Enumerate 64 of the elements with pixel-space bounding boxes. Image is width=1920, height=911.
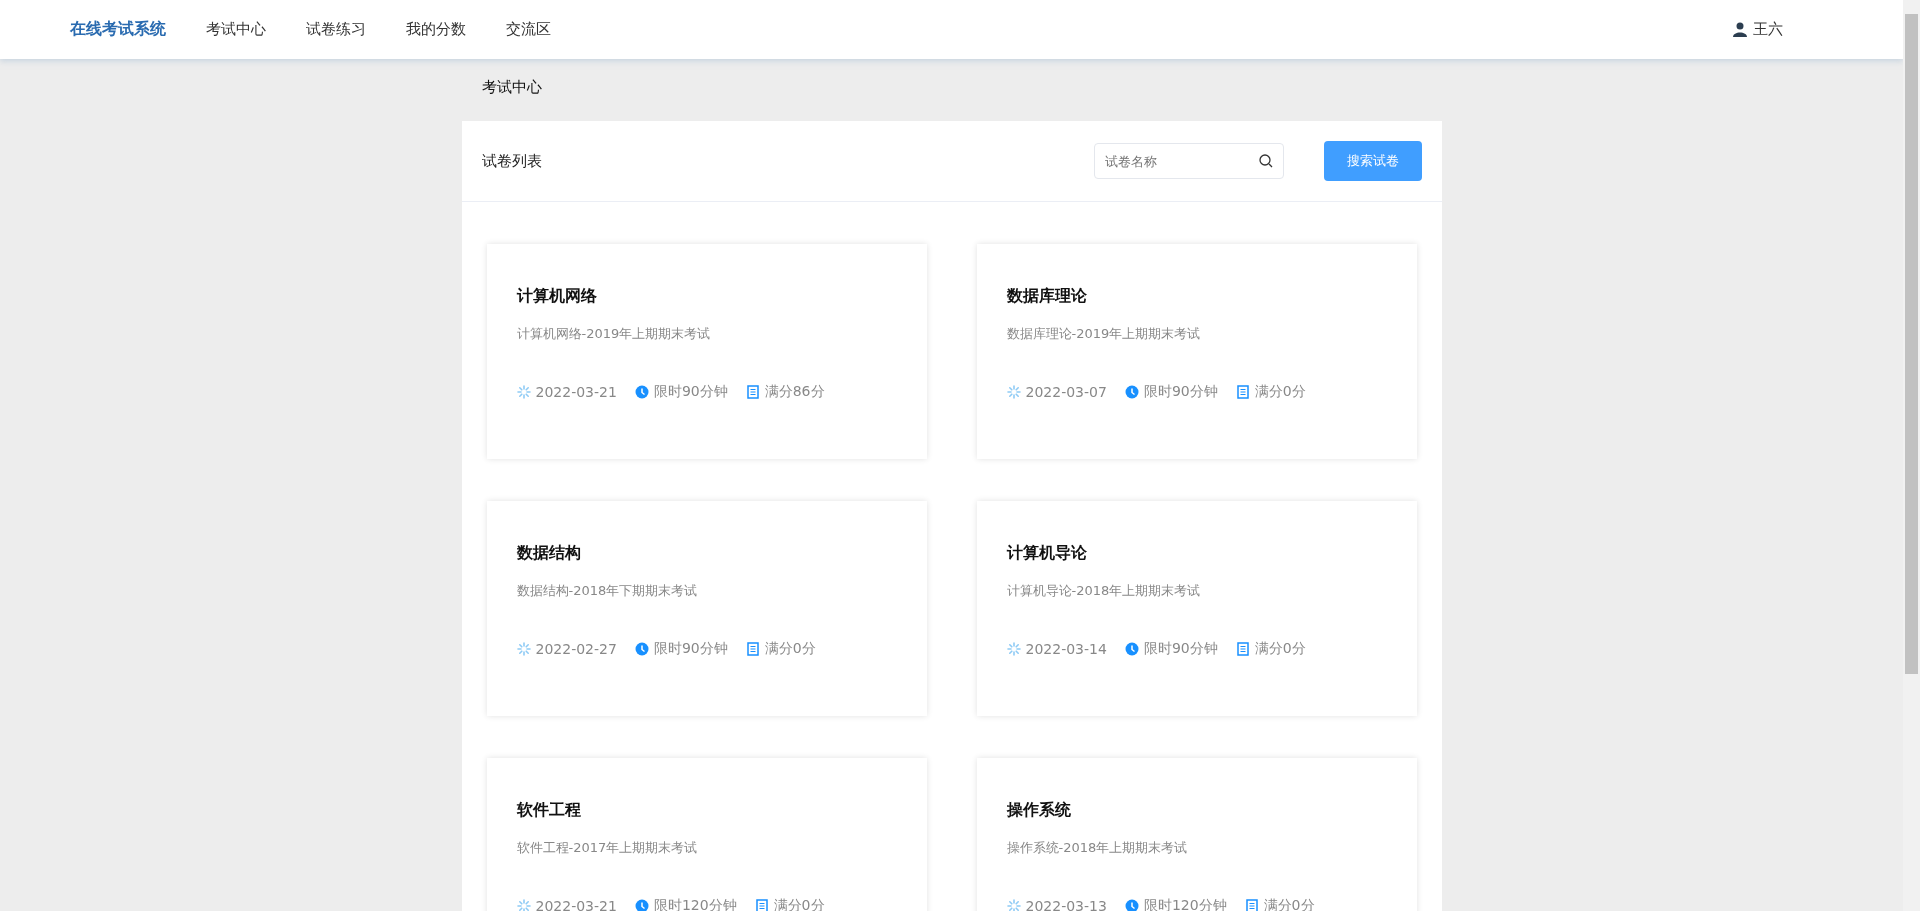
paper-card[interactable]: 数据结构 数据结构-2018年下期期末考试 2022-02-27 限时90分钟 满分0分	[486, 501, 927, 716]
paper-date: 2022-03-14	[1025, 641, 1107, 657]
full-score: 满分0分	[1254, 383, 1306, 401]
paper-description: 计算机导论-2018年上期期末考试	[1006, 582, 1202, 600]
paper-title: 数据结构	[516, 543, 582, 564]
paper-card[interactable]: 操作系统 操作系统-2018年上期期末考试 2022-03-13 限时120分钟 满分0分	[976, 758, 1417, 911]
panel-title: 试卷列表	[481, 151, 543, 171]
nav-link[interactable]: 我的分数	[406, 20, 466, 39]
document-icon	[1235, 385, 1250, 399]
paper-card[interactable]: 数据库理论 数据库理论-2019年上期期末考试 2022-03-07 限时90分钟 满分0分	[976, 244, 1417, 459]
time-limit: 限时120分钟	[1143, 897, 1227, 911]
clock-icon	[634, 642, 649, 656]
time-limit: 限时90分钟	[653, 640, 728, 658]
full-score: 满分0分	[773, 897, 825, 911]
search-field[interactable]: 试卷名称	[1093, 143, 1284, 179]
paper-date: 2022-02-27	[535, 641, 617, 657]
paper-description: 数据结构-2018年下期期末考试	[516, 582, 699, 600]
paper-title: 数据库理论	[1006, 286, 1088, 307]
paper-description: 计算机网络-2019年上期期末考试	[516, 325, 712, 343]
scrollbar[interactable]	[1903, 0, 1920, 911]
nav-link[interactable]: 试卷练习	[306, 20, 366, 39]
document-icon	[754, 899, 769, 911]
nav-link[interactable]: 交流区	[506, 20, 551, 39]
document-icon	[1235, 642, 1250, 656]
site-logo[interactable]: 在线考试系统	[70, 19, 166, 40]
time-limit: 限时90分钟	[653, 383, 728, 401]
paper-description: 数据库理论-2019年上期期末考试	[1006, 325, 1202, 343]
nav-link[interactable]: 考试中心	[206, 20, 266, 39]
loading-icon	[516, 642, 531, 656]
document-icon	[745, 642, 760, 656]
loading-icon	[1006, 642, 1021, 656]
clock-icon	[634, 385, 649, 399]
paper-title: 计算机导论	[1006, 543, 1088, 564]
paper-date: 2022-03-21	[535, 898, 617, 911]
paper-date: 2022-03-07	[1025, 384, 1107, 400]
document-icon	[745, 385, 760, 399]
time-limit: 限时120分钟	[653, 897, 737, 911]
paper-title: 操作系统	[1006, 800, 1072, 821]
clock-icon	[1124, 642, 1139, 656]
full-score: 满分0分	[1263, 897, 1315, 911]
loading-icon	[516, 385, 531, 399]
paper-card[interactable]: 计算机网络 计算机网络-2019年上期期末考试 2022-03-21 限时90分钟 满分86分	[486, 244, 927, 459]
paper-title: 软件工程	[516, 800, 582, 821]
paper-description: 操作系统-2018年上期期末考试	[1006, 839, 1189, 857]
loading-icon	[516, 899, 531, 911]
paper-description: 软件工程-2017年上期期末考试	[516, 839, 699, 857]
clock-icon	[1124, 385, 1139, 399]
time-limit: 限时90分钟	[1143, 640, 1218, 658]
full-score: 满分86分	[764, 383, 825, 401]
loading-icon	[1006, 385, 1021, 399]
user-name[interactable]: 王六	[1753, 20, 1783, 39]
time-limit: 限时90分钟	[1143, 383, 1218, 401]
paper-date: 2022-03-13	[1025, 898, 1107, 911]
full-score: 满分0分	[1254, 640, 1306, 658]
document-icon	[1244, 899, 1259, 911]
breadcrumb: 考试中心	[480, 77, 543, 98]
loading-icon	[1006, 899, 1021, 911]
user-icon[interactable]	[1733, 22, 1747, 37]
full-score: 满分0分	[764, 640, 816, 658]
paper-card[interactable]: 软件工程 软件工程-2017年上期期末考试 2022-03-21 限时120分钟 满分0分	[486, 758, 927, 911]
paper-title: 计算机网络	[516, 286, 598, 307]
paper-card[interactable]: 计算机导论 计算机导论-2018年上期期末考试 2022-03-14 限时90分钟 满分0分	[976, 501, 1417, 716]
paper-date: 2022-03-21	[535, 384, 617, 400]
search-icon[interactable]	[1258, 154, 1273, 168]
